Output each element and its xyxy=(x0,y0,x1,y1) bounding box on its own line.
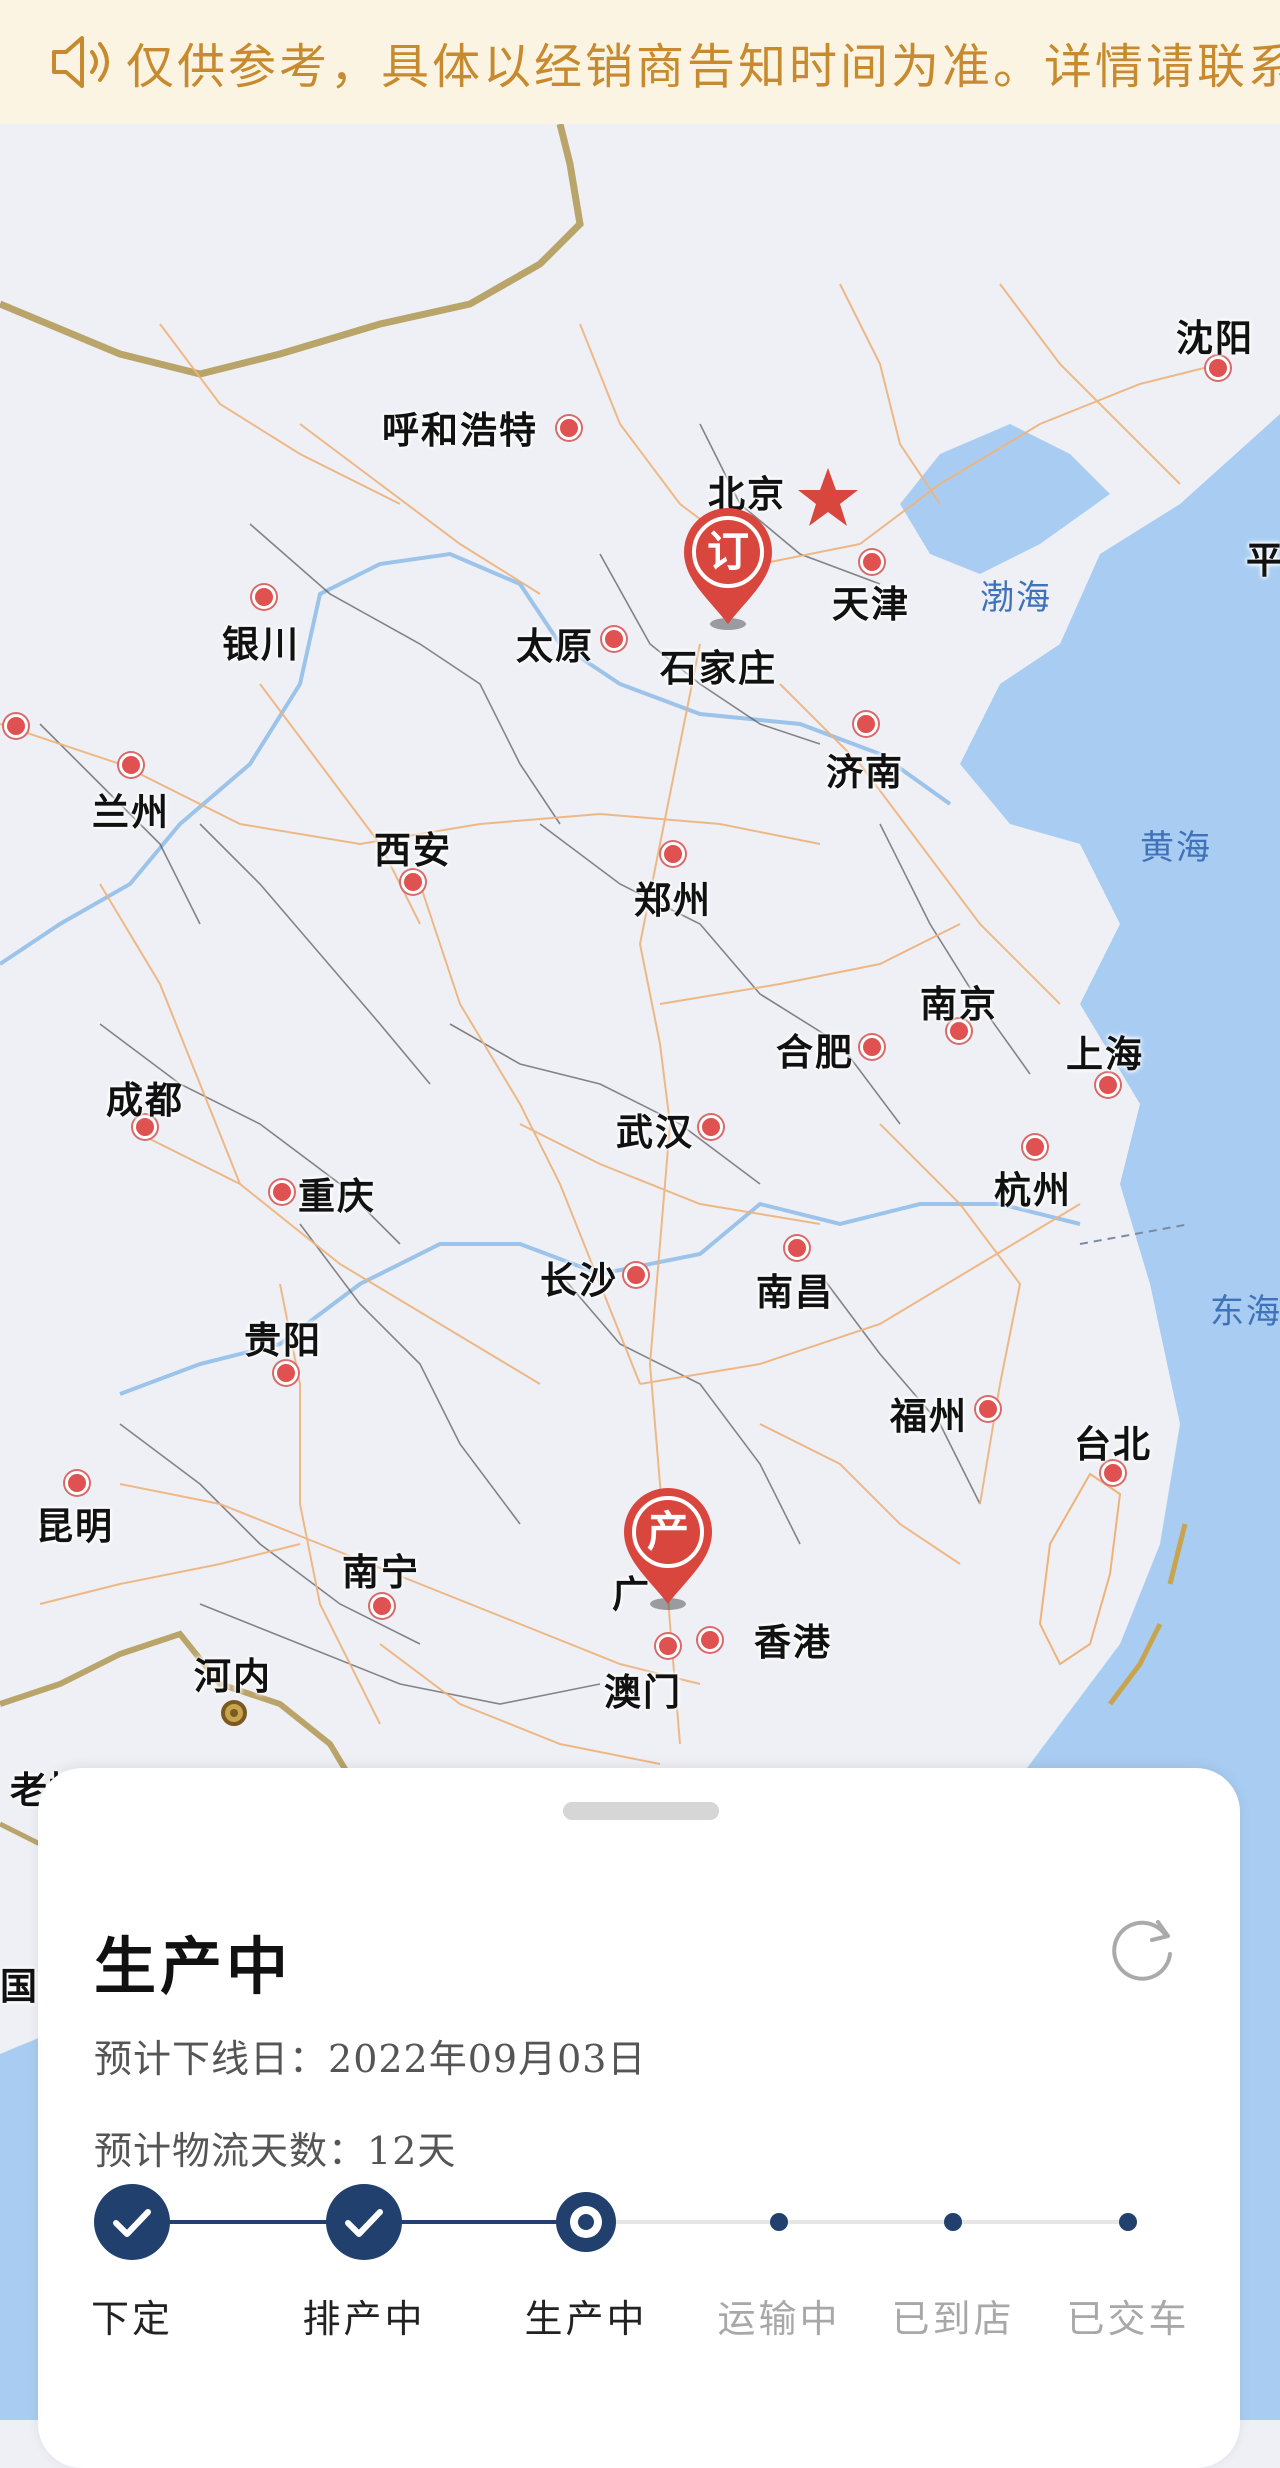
city-label: 长沙 xyxy=(540,1258,618,1302)
production-pin-marker[interactable]: 产 xyxy=(620,1484,716,1614)
city-dot-kunming xyxy=(65,1471,89,1495)
city-label: 沈阳 xyxy=(1176,316,1254,360)
city-label: 平 xyxy=(1246,538,1280,582)
city-label: 上海 xyxy=(1066,1032,1144,1076)
offline-date-label: 预计下线日： xyxy=(94,2037,329,2081)
city-label: 昆明 xyxy=(36,1504,114,1548)
city-dot-macau xyxy=(656,1634,680,1658)
notice-banner[interactable]: 仅供参考，具体以经销商告知时间为准。详情请联系购车顾问 xyxy=(0,0,1280,124)
city-label: 郑州 xyxy=(634,878,712,922)
city-label: 天津 xyxy=(832,582,910,626)
step-label: 运输中 xyxy=(717,2297,841,2341)
city-label: 南昌 xyxy=(756,1270,834,1314)
city-label: 河内 xyxy=(194,1654,272,1698)
city-dot-zhengzhou xyxy=(661,842,685,866)
city-dot-tianjin xyxy=(860,550,884,574)
sea-label: 东海 xyxy=(1210,1292,1280,1332)
drag-handle[interactable] xyxy=(563,1802,719,1820)
progress-line-todo xyxy=(586,2220,1128,2224)
offline-date-value: 2022年09月03日 xyxy=(328,2037,647,2081)
step-label: 生产中 xyxy=(524,2297,648,2341)
city-label: 重庆 xyxy=(298,1174,376,1218)
city-label: 石家庄 xyxy=(660,646,777,690)
refresh-icon[interactable] xyxy=(1108,1914,1178,1984)
step-label: 下定 xyxy=(90,2297,174,2341)
city-label: 福州 xyxy=(890,1394,968,1438)
city-dot-lanzhou xyxy=(119,753,143,777)
step-pending-dot-icon xyxy=(944,2213,962,2231)
order-status-card[interactable]: 生产中 预计下线日：2022年09月03日 预计物流天数：12天 xyxy=(38,1768,1240,2468)
city-label: 呼和浩特 xyxy=(382,408,538,452)
city-dot-hefei xyxy=(860,1035,884,1059)
logistics-days-value: 12天 xyxy=(367,2129,457,2173)
step-done-check-icon xyxy=(94,2184,170,2260)
city-label: 国 xyxy=(0,1964,39,2008)
city-label: 济南 xyxy=(826,750,904,794)
logistics-days-row: 预计物流天数：12天 xyxy=(94,2120,456,2175)
step-done-check-icon xyxy=(326,2184,402,2260)
speaker-icon xyxy=(52,36,109,88)
step-label: 已到店 xyxy=(891,2297,1015,2341)
city-dot-wuhan xyxy=(699,1115,723,1139)
step-pending-dot-icon xyxy=(1119,2213,1137,2231)
city-dot-nanning xyxy=(370,1594,394,1618)
city-dot-changsha xyxy=(624,1263,648,1287)
city-dot-taiyuan xyxy=(602,627,626,651)
order-pin-marker[interactable]: 订 xyxy=(680,504,776,634)
city-label: 成都 xyxy=(106,1078,184,1122)
city-label: 南宁 xyxy=(342,1550,420,1594)
offline-date-row: 预计下线日：2022年09月03日 xyxy=(94,2028,646,2083)
sea-label: 黄海 xyxy=(1140,828,1212,868)
city-label: 南京 xyxy=(920,982,998,1026)
step-pending-dot-icon xyxy=(770,2213,788,2231)
city-dot-yinchuan xyxy=(252,585,276,609)
city-dot-xining xyxy=(4,714,28,738)
city-label: 澳门 xyxy=(604,1670,682,1714)
city-label: 香港 xyxy=(754,1620,832,1664)
city-dot-hohhot xyxy=(557,416,581,440)
city-dot-chongqing xyxy=(270,1180,294,1204)
city-dot-hangzhou xyxy=(1023,1135,1047,1159)
city-label: 西安 xyxy=(374,828,452,872)
city-label: 合肥 xyxy=(776,1030,854,1074)
logistics-days-label: 预计物流天数： xyxy=(94,2129,368,2173)
sea-label: 渤海 xyxy=(980,578,1052,618)
city-label: 太原 xyxy=(516,624,594,668)
status-title: 生产中 xyxy=(94,1930,293,2003)
pin-label: 订 xyxy=(706,527,749,576)
city-label: 杭州 xyxy=(994,1168,1072,1212)
city-label: 银川 xyxy=(222,622,300,666)
step-label: 排产中 xyxy=(302,2297,426,2341)
city-dot-nanchang xyxy=(785,1236,809,1260)
city-dot-guiyang xyxy=(274,1361,298,1385)
city-label: 兰州 xyxy=(92,790,170,834)
pin-label: 产 xyxy=(646,1507,689,1556)
step-label: 已交车 xyxy=(1066,2297,1190,2341)
city-label: 贵阳 xyxy=(244,1318,322,1362)
city-dot-jinan xyxy=(854,712,878,736)
city-label: 台北 xyxy=(1074,1422,1152,1466)
notice-text: 仅供参考，具体以经销商告知时间为准。详情请联系购车顾问 xyxy=(126,39,1280,95)
city-dot-fuzhou xyxy=(976,1397,1000,1421)
city-dot-hongkong xyxy=(698,1628,722,1652)
step-current-icon xyxy=(556,2192,616,2252)
city-label: 武汉 xyxy=(616,1110,694,1154)
